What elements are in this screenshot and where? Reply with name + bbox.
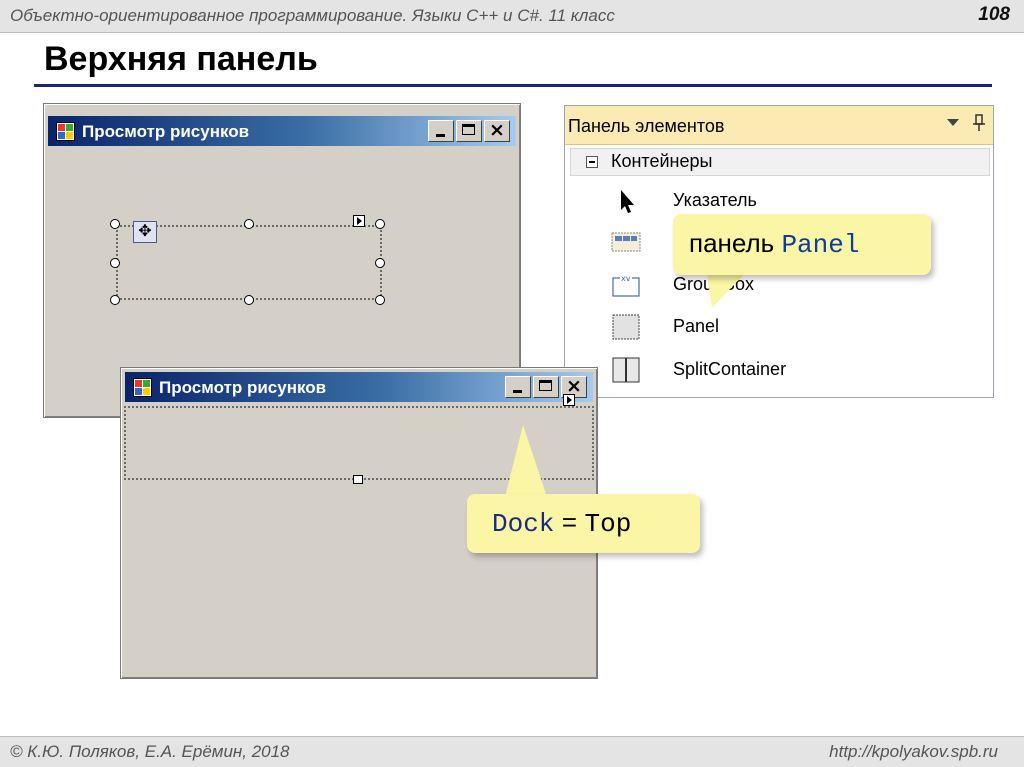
dock-property: Dock [492,509,555,539]
callout-text: панель Panel [689,228,859,260]
slide-footer: © К.Ю. Поляков, Е.А. Ерёмин, 2018 http:/… [0,736,1024,767]
dock-operator: = [561,509,578,539]
title-rule [34,84,992,87]
toolbox-title: Панель элементов [568,116,725,136]
pin-icon[interactable] [973,114,985,132]
svg-text:xv: xv [621,274,631,283]
resize-handle-se[interactable] [375,295,385,305]
callout-prefix: панель [689,228,775,258]
close-button[interactable]: × [484,119,510,142]
smart-tag-icon[interactable] [563,394,575,406]
toolbox-item-splitcontainer[interactable]: SplitContainer [565,351,993,389]
window-title-bar[interactable]: Просмотр рисунков × [48,116,516,146]
move-handle-icon[interactable]: ✥ [133,221,157,243]
app-icon [56,122,75,141]
toolbox-item-label: SplitContainer [673,359,787,379]
window-title: Просмотр рисунков [82,122,250,141]
footer-copyright: © К.Ю. Поляков, Е.А. Ерёмин, 2018 [10,742,290,761]
maximize-button[interactable] [456,120,482,142]
toolbox-group-containers[interactable]: Контейнеры [570,148,990,176]
callout-text: Dock = Top [492,507,631,539]
callout-dock: Dock = Top [467,494,700,553]
resize-handle-e[interactable] [375,258,385,268]
splitcontainer-icon [612,357,640,383]
minimize-button[interactable] [428,120,454,142]
maximize-button[interactable] [533,376,559,398]
resize-handle-ne[interactable] [375,219,385,229]
flowlayoutpanel-icon [611,232,641,252]
resize-handle-nw[interactable] [110,219,120,229]
resize-handle-w[interactable] [110,258,120,268]
group-label: Контейнеры [611,151,713,171]
callout-panel: панель Panel [673,214,931,275]
groupbox-icon: xv [612,273,640,297]
minimize-icon [513,390,522,393]
resize-handle-s[interactable] [244,295,254,305]
slide-header: Объектно-ориентированное программировани… [0,0,1024,33]
resize-handle-s[interactable] [353,475,363,484]
callout-pointer [505,425,547,497]
footer-url[interactable]: http://kpolyakov.spb.ru [829,742,998,762]
resize-handle-n[interactable] [244,219,254,229]
toolbox-item-label: Указатель [673,190,757,210]
minimize-icon [436,134,445,137]
app-icon [133,378,152,397]
window-title-bar[interactable]: Просмотр рисунков × [125,372,593,402]
window-title: Просмотр рисунков [159,378,327,397]
minimize-button[interactable] [505,376,531,398]
course-title: Объектно-ориентированное программировани… [10,6,615,25]
dropdown-arrow-icon[interactable] [947,119,959,127]
dock-value: Top [584,509,632,539]
close-icon: × [489,119,505,141]
maximize-icon [462,124,475,135]
maximize-icon [539,380,552,391]
callout-code: Panel [781,230,860,260]
smart-tag-icon[interactable] [353,215,365,227]
page-number: 108 [978,4,1010,25]
toolbox-header: Панель элементов [565,106,993,145]
slide-title: Верхняя панель [44,40,318,78]
panel-icon [612,314,640,340]
collapse-icon[interactable] [586,156,598,168]
resize-handle-sw[interactable] [110,295,120,305]
toolbox-item-label: Panel [673,316,720,336]
pointer-icon [621,190,634,213]
